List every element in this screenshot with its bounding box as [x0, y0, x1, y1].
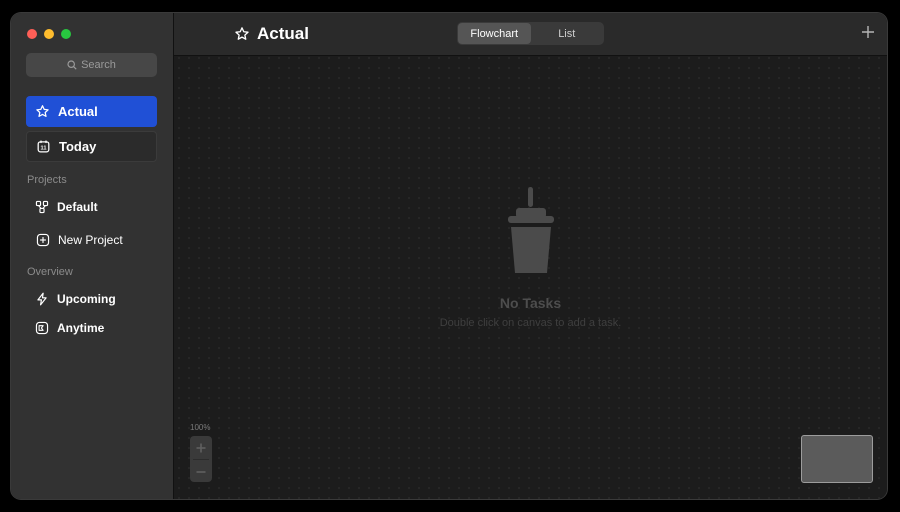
star-icon	[235, 27, 249, 40]
sidebar-item-today[interactable]: 11 Today	[26, 131, 157, 162]
sidebar-item-label: Actual	[58, 104, 98, 119]
canvas-area[interactable]: Actual Flowchart List No Tasks Double cl…	[174, 13, 887, 499]
toolbar: Actual Flowchart List	[174, 13, 887, 56]
sidebar-item-anytime[interactable]: Anytime	[35, 319, 104, 337]
zoom-out-button[interactable]	[190, 460, 212, 483]
sidebar-item-new-project[interactable]: New Project	[36, 231, 123, 249]
minus-icon	[196, 470, 206, 473]
search-icon	[67, 60, 77, 70]
sidebar-item-label: Today	[59, 139, 97, 154]
stack-icon	[35, 321, 49, 335]
tab-flowchart[interactable]: Flowchart	[458, 23, 531, 44]
empty-state: No Tasks Double click on canvas to add a…	[174, 183, 887, 329]
empty-state-title: No Tasks	[499, 295, 562, 311]
page-title-text: Actual	[257, 24, 309, 43]
page-title: Actual	[234, 24, 309, 44]
sidebar: Search Actual 11 Today Projects Default …	[11, 13, 174, 499]
project-nodes-icon	[35, 200, 49, 214]
plus-square-icon	[36, 233, 50, 247]
window-controls	[27, 29, 71, 39]
projects-heading: Projects	[27, 174, 67, 186]
plus-icon	[196, 443, 206, 452]
star-icon	[36, 105, 49, 117]
plus-icon[interactable]	[861, 25, 875, 39]
zoom-level: 100%	[190, 423, 211, 432]
minimize-window-button[interactable]	[44, 29, 54, 39]
overview-heading: Overview	[27, 266, 73, 278]
zoom-in-button[interactable]	[190, 436, 212, 459]
sidebar-item-label: Upcoming	[57, 292, 116, 306]
zoom-window-button[interactable]	[61, 29, 71, 39]
search-label: Search	[81, 59, 116, 71]
bolt-icon	[37, 292, 47, 306]
app-window: Search Actual 11 Today Projects Default …	[11, 13, 887, 499]
sidebar-item-label: New Project	[58, 233, 123, 247]
minimap[interactable]	[801, 435, 873, 483]
zoom-control	[190, 436, 212, 482]
sidebar-item-upcoming[interactable]: Upcoming	[35, 290, 116, 308]
cup-icon	[507, 187, 554, 273]
view-switcher: Flowchart List	[457, 22, 604, 45]
tab-list[interactable]: List	[531, 23, 604, 44]
sidebar-item-label: Default	[57, 200, 98, 214]
sidebar-item-default[interactable]: Default	[35, 198, 98, 216]
svg-text:11: 11	[41, 146, 47, 152]
sidebar-item-actual[interactable]: Actual	[26, 96, 157, 127]
empty-state-subtitle: Double click on canvas to add a task.	[439, 317, 622, 329]
close-window-button[interactable]	[27, 29, 37, 39]
calendar-icon: 11	[37, 140, 50, 153]
sidebar-item-label: Anytime	[57, 321, 105, 335]
search-field[interactable]: Search	[26, 53, 157, 77]
